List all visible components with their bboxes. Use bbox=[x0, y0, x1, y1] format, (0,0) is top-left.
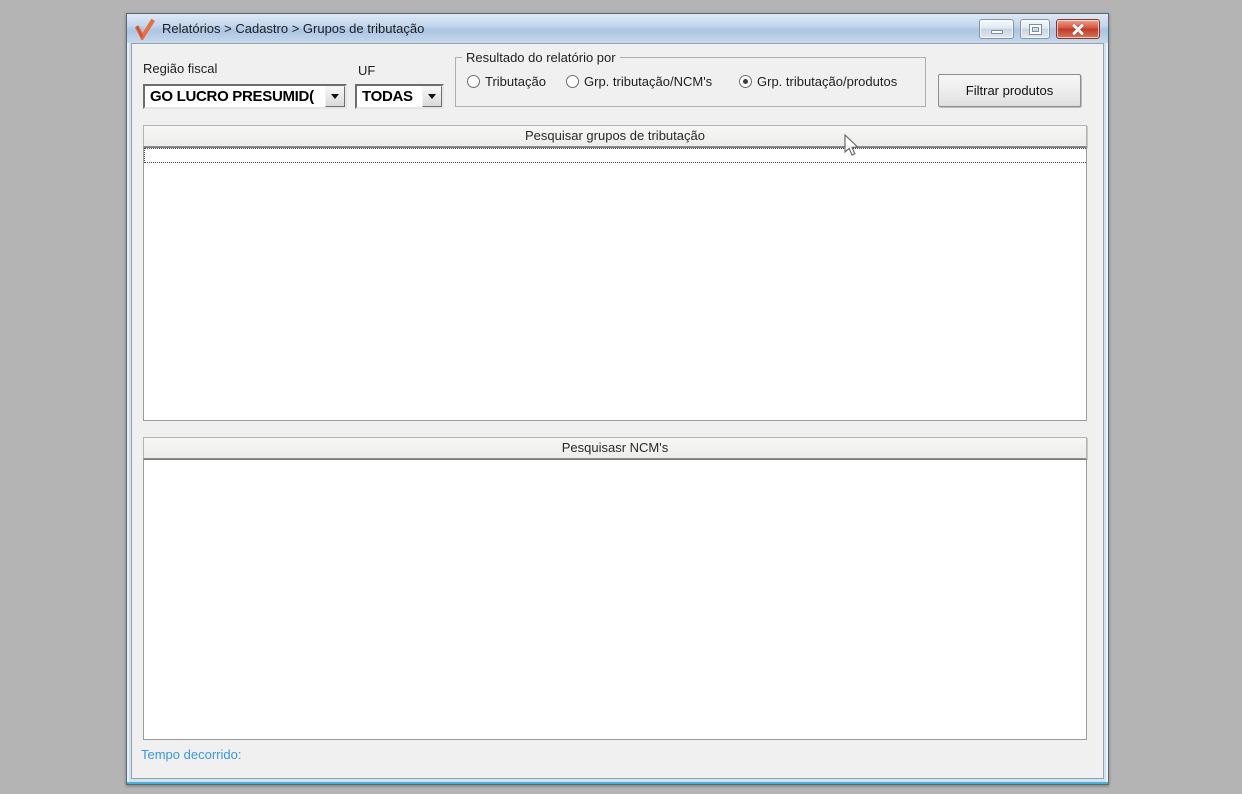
close-button[interactable] bbox=[1056, 19, 1100, 39]
client-area: Região fiscal GO LUCRO PRESUMID( UF TODA… bbox=[131, 43, 1104, 779]
maximize-icon bbox=[1029, 24, 1041, 34]
close-icon bbox=[1072, 23, 1084, 35]
radio-tributacao-circle-icon bbox=[467, 75, 480, 88]
regiao-fiscal-label: Região fiscal bbox=[143, 61, 218, 76]
window-controls bbox=[979, 18, 1100, 39]
ncms-list[interactable] bbox=[143, 459, 1087, 740]
uf-dropdown-arrow-icon[interactable] bbox=[422, 86, 442, 107]
radio-grp-tributacao-produtos-circle-icon bbox=[739, 75, 752, 88]
resultado-groupbox-title: Resultado do relatório por bbox=[462, 50, 620, 65]
uf-value: TODAS bbox=[362, 88, 413, 105]
empty-focused-row[interactable] bbox=[144, 148, 1086, 163]
ncms-header[interactable]: Pesquisasr NCM's bbox=[143, 437, 1087, 459]
tempo-decorrido-label: Tempo decorrido: bbox=[141, 747, 242, 762]
regiao-fiscal-select[interactable]: GO LUCRO PRESUMID( bbox=[143, 84, 347, 109]
uf-select[interactable]: TODAS bbox=[355, 84, 444, 109]
window-title: Relatórios > Cadastro > Grupos de tribut… bbox=[162, 21, 425, 36]
radio-grp-tributacao-produtos[interactable]: Grp. tributação/produtos bbox=[739, 74, 897, 89]
filtrar-produtos-button[interactable]: Filtrar produtos bbox=[938, 74, 1081, 107]
resultado-groupbox: Resultado do relatório por Tributação Gr… bbox=[455, 50, 926, 107]
maximize-button[interactable] bbox=[1020, 19, 1050, 39]
grupos-tributacao-header[interactable]: Pesquisar grupos de tributação bbox=[143, 125, 1087, 147]
titlebar[interactable]: Relatórios > Cadastro > Grupos de tribut… bbox=[127, 14, 1108, 43]
app-logo-icon bbox=[134, 18, 156, 40]
radio-grp-tributacao-ncms-circle-icon bbox=[566, 75, 579, 88]
regiao-fiscal-dropdown-arrow-icon[interactable] bbox=[325, 86, 345, 107]
minimize-icon bbox=[990, 30, 1003, 34]
app-window: Relatórios > Cadastro > Grupos de tribut… bbox=[126, 13, 1109, 785]
radio-grp-tributacao-ncms[interactable]: Grp. tributação/NCM's bbox=[566, 74, 712, 89]
uf-label: UF bbox=[358, 63, 376, 78]
regiao-fiscal-value: GO LUCRO PRESUMID( bbox=[150, 88, 314, 105]
minimize-button[interactable] bbox=[979, 19, 1014, 39]
grupos-tributacao-list[interactable] bbox=[143, 147, 1087, 421]
radio-tributacao[interactable]: Tributação bbox=[467, 74, 546, 89]
